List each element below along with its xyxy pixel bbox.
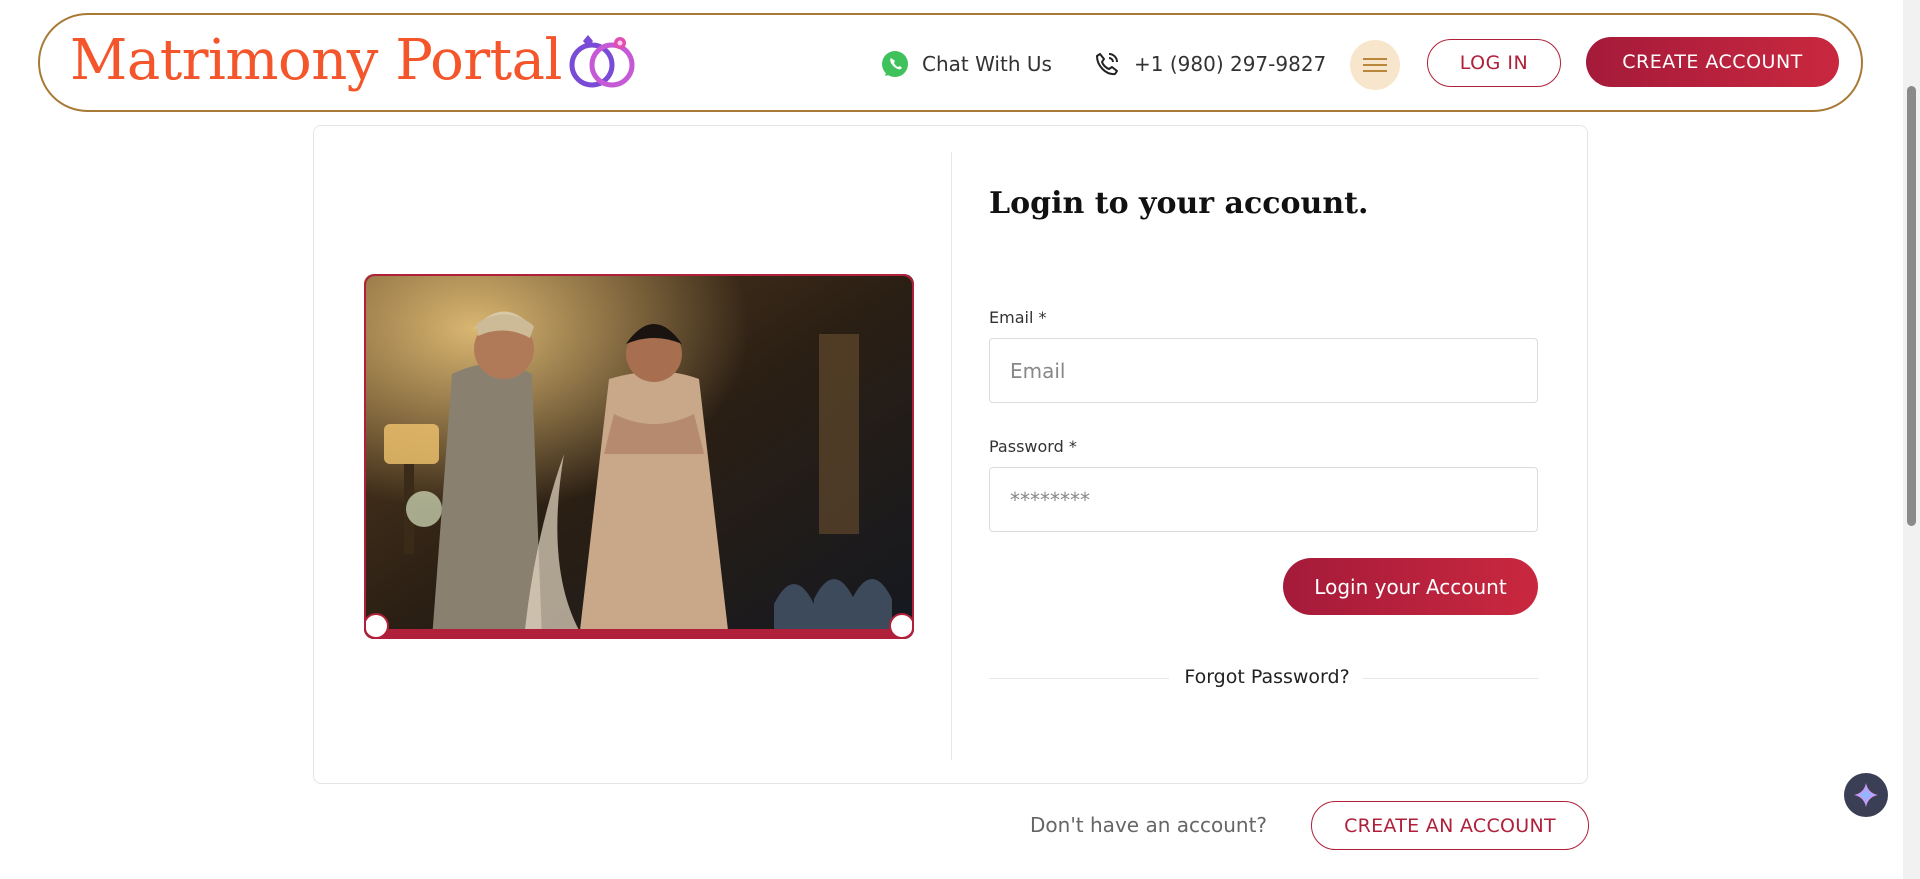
no-account-text: Don't have an account? (1030, 813, 1268, 837)
sparkle-icon (1854, 783, 1878, 807)
create-account-button[interactable]: CREATE ACCOUNT (1586, 37, 1839, 87)
whatsapp-icon (882, 51, 908, 77)
phone-link[interactable]: +1 (980) 297-9827 (1092, 49, 1326, 79)
password-label: Password * (989, 437, 1077, 456)
logo-text: Matrimony Portal (70, 28, 562, 93)
chat-label: Chat With Us (922, 52, 1052, 76)
hamburger-icon (1363, 58, 1387, 72)
login-submit-button[interactable]: Login your Account (1283, 558, 1538, 615)
scrollbar-thumb[interactable] (1907, 86, 1916, 526)
login-title: Login to your account. (989, 186, 1369, 221)
phone-icon (1096, 53, 1118, 76)
logo[interactable]: Matrimony Portal (70, 29, 640, 93)
forgot-divider-right (1363, 678, 1538, 679)
email-field[interactable] (989, 338, 1538, 403)
login-button[interactable]: LOG IN (1427, 39, 1561, 87)
assistant-button[interactable] (1844, 773, 1888, 817)
site-header: Matrimony Portal Chat With Us +1 (980) 2… (38, 13, 1863, 112)
forgot-password-link[interactable]: Forgot Password? (1177, 666, 1357, 688)
phone-label: +1 (980) 297-9827 (1134, 52, 1327, 76)
create-an-account-button[interactable]: CREATE AN ACCOUNT (1311, 801, 1589, 850)
email-label: Email * (989, 308, 1047, 327)
couple-photo (364, 274, 914, 639)
menu-button[interactable] (1350, 40, 1400, 90)
forgot-divider-left (989, 678, 1169, 679)
rings-logo-icon (569, 35, 635, 88)
chat-with-us-link[interactable]: Chat With Us (880, 49, 1052, 79)
couple-illustration (364, 274, 914, 639)
vertical-divider (951, 152, 952, 760)
login-card: Login to your account. Email * Password … (313, 125, 1588, 784)
password-field[interactable] (989, 467, 1538, 532)
scrollbar-track[interactable] (1903, 0, 1920, 879)
